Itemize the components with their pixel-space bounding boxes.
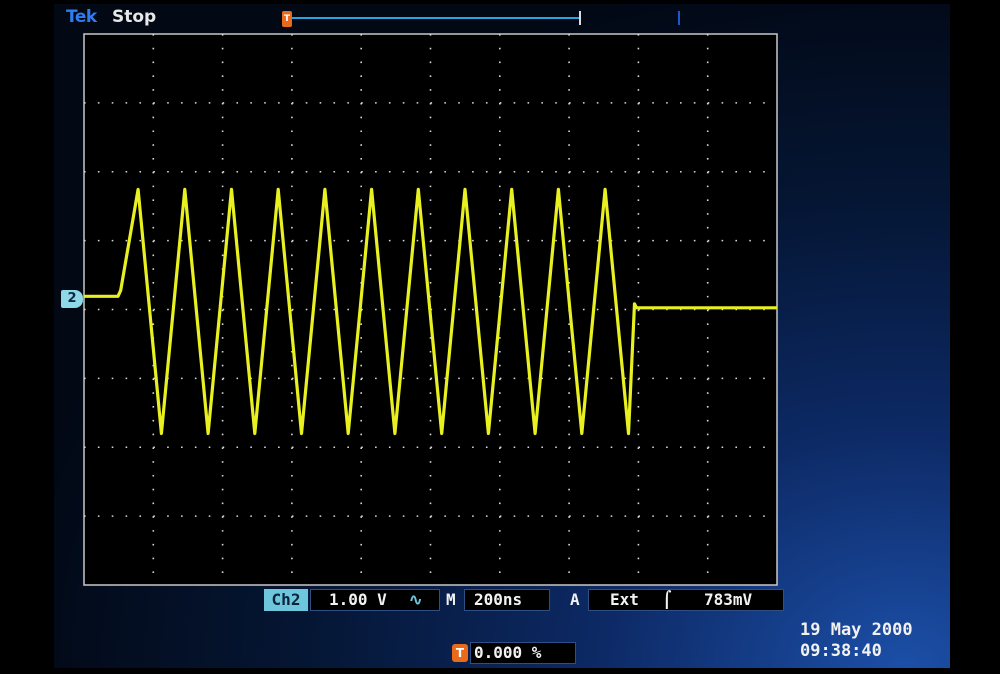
time: 09:38:40 bbox=[800, 641, 882, 661]
date: 19 May 2000 bbox=[800, 620, 913, 640]
channel-2-ground-marker[interactable]: 2 bbox=[61, 290, 83, 308]
timebase-value: 200ns bbox=[474, 590, 523, 609]
rising-edge-icon: ⌠ bbox=[662, 590, 672, 609]
channel-label[interactable]: Ch2 bbox=[264, 589, 308, 611]
trigger-position-readout-icon: T bbox=[452, 644, 468, 662]
scope-screen: Tek Stop T T 2 Ch2 1.00 V ∿ M 200ns A Ex… bbox=[54, 4, 950, 668]
trigger-level: 783mV bbox=[704, 590, 753, 609]
graticule bbox=[83, 33, 778, 586]
timebase-label: M bbox=[446, 590, 456, 609]
trigger-label: A bbox=[570, 590, 580, 609]
trigger-position-value: 0.000 % bbox=[474, 643, 542, 662]
timestamp: 19 May 2000 09:38:40 bbox=[800, 620, 913, 662]
vertical-scale: 1.00 V bbox=[329, 590, 387, 609]
ac-coupling-icon: ∿ bbox=[409, 590, 423, 609]
trigger-source: Ext bbox=[610, 590, 639, 609]
